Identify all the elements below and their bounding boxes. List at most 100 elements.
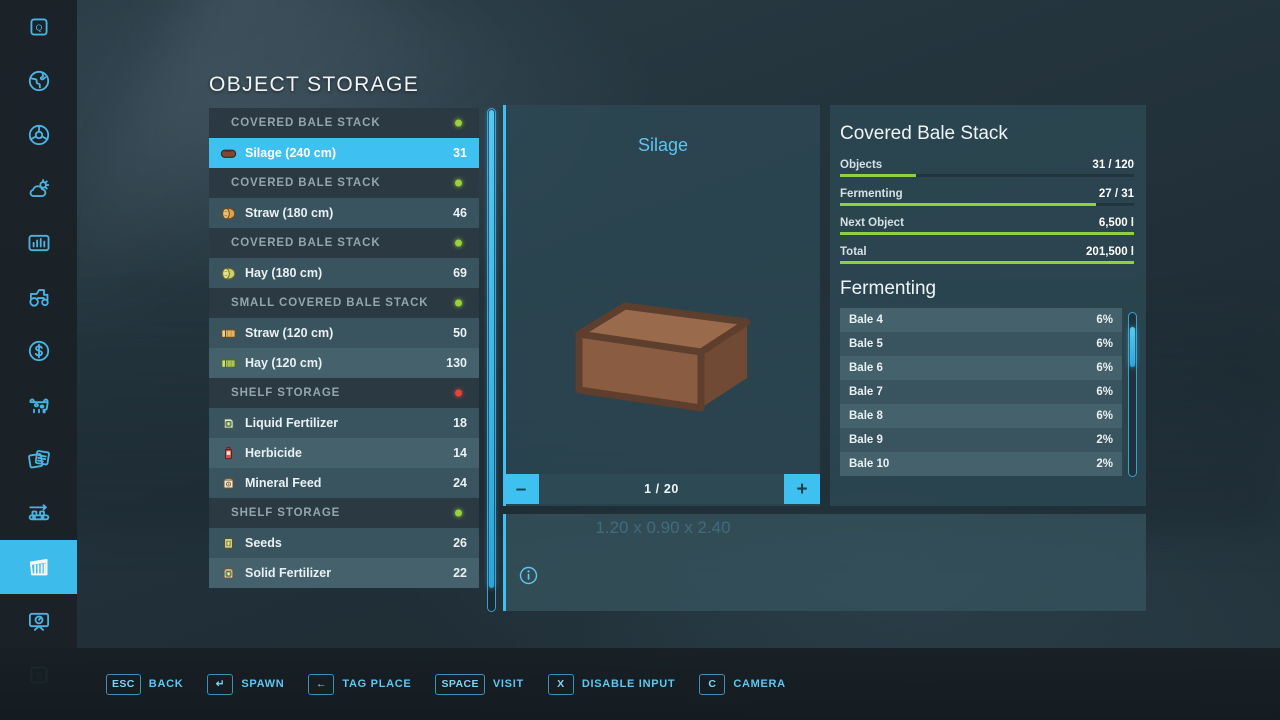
sidebar-item-quick-menu[interactable]: Q xyxy=(0,0,77,54)
storage-item-label: Straw (180 cm) xyxy=(245,206,334,220)
sidebar-item-map[interactable] xyxy=(0,54,77,108)
storage-list-item[interactable]: Straw (180 cm) 46 xyxy=(209,198,479,228)
help-label: DISABLE INPUT xyxy=(581,678,676,690)
sidebar-item-contracts[interactable] xyxy=(0,432,77,486)
storage-list-item[interactable]: Hay (120 cm) 130 xyxy=(209,348,479,378)
info-icon[interactable] xyxy=(519,566,538,590)
detail-stats: Objects 31 / 120 Fermenting 27 / 31 Next… xyxy=(838,159,1136,264)
list-scrollbar[interactable] xyxy=(487,108,496,612)
fermenting-label: Bale 9 xyxy=(849,434,883,446)
storage-item-label: Hay (120 cm) xyxy=(245,356,323,370)
help-key: ← xyxy=(308,673,335,695)
fermenting-label: Bale 10 xyxy=(849,458,890,470)
fermenting-row[interactable]: Bale 8 6% xyxy=(840,404,1122,428)
fermenting-row[interactable]: Bale 10 2% xyxy=(840,452,1122,476)
fermenting-scrollbar[interactable] xyxy=(1128,312,1137,477)
help-item[interactable]: C CAMERA xyxy=(699,673,786,695)
help-item[interactable]: X DISABLE INPUT xyxy=(547,673,676,695)
help-key: C xyxy=(699,673,726,695)
help-label: CAMERA xyxy=(733,678,786,690)
detail-stat-label: Total xyxy=(840,246,867,258)
storage-group-label: COVERED BALE STACK xyxy=(231,237,381,249)
fermenting-list[interactable]: Bale 4 6% Bale 5 6% Bale 6 6% Bale 7 6% Bale… xyxy=(840,308,1122,476)
fermenting-label: Bale 4 xyxy=(849,314,883,326)
storage-list-item[interactable]: Silage (240 cm) 31 xyxy=(209,138,479,168)
storage-list-item[interactable]: Solid Fertilizer 22 xyxy=(209,558,479,588)
liquid-fertilizer-icon xyxy=(220,416,237,431)
fermenting-row[interactable]: Bale 6 6% xyxy=(840,356,1122,380)
fermenting-value: 2% xyxy=(1096,434,1113,446)
sidebar-item-animals[interactable] xyxy=(0,378,77,432)
detail-stat-label: Fermenting xyxy=(840,188,903,200)
fermenting-row[interactable]: Bale 9 2% xyxy=(840,428,1122,452)
sidebar-item-finances[interactable] xyxy=(0,324,77,378)
sidebar-item-vehicles[interactable] xyxy=(0,270,77,324)
object-storage-list[interactable]: COVERED BALE STACK Silage (240 cm) 31 COV… xyxy=(209,108,479,611)
storage-group-label: SHELF STORAGE xyxy=(231,387,341,399)
storage-group-header: COVERED BALE STACK xyxy=(209,168,479,198)
storage-status-dot xyxy=(455,119,462,127)
sidebar-item-object-storage[interactable] xyxy=(0,540,77,594)
info-panel xyxy=(503,514,1146,611)
fermenting-row[interactable]: Bale 5 6% xyxy=(840,332,1122,356)
pager-value: 1 / 20 xyxy=(539,474,784,504)
storage-item-count: 18 xyxy=(453,416,467,430)
storage-item-label: Mineral Feed xyxy=(245,476,322,490)
preview-object-name: Silage xyxy=(637,135,689,155)
detail-stat-value: 201,500 l xyxy=(1086,246,1134,258)
object-storage-icon xyxy=(26,554,52,580)
sidebar-item-weather[interactable] xyxy=(0,162,77,216)
storage-item-label: Hay (180 cm) xyxy=(245,266,323,280)
pager-decrement-button[interactable]: – xyxy=(503,474,539,504)
fermenting-row[interactable]: Bale 7 6% xyxy=(840,380,1122,404)
globe-icon xyxy=(26,68,52,94)
sidebar-rail: QE xyxy=(0,0,77,684)
help-item[interactable]: ← TAG PLACE xyxy=(308,673,411,695)
preview-3d-stage[interactable] xyxy=(506,295,820,425)
storage-list-item[interactable]: Liquid Fertilizer 18 xyxy=(209,408,479,438)
production-icon xyxy=(26,500,52,526)
fermenting-scrollbar-thumb[interactable] xyxy=(1130,327,1135,367)
storage-item-count: 22 xyxy=(453,566,467,580)
sidebar-item-vehicle-control[interactable] xyxy=(0,108,77,162)
pager-increment-button[interactable]: + xyxy=(784,474,820,504)
storage-status-dot xyxy=(455,179,462,187)
detail-stat-row: Objects 31 / 120 xyxy=(840,159,1134,177)
sidebar-item-construction[interactable] xyxy=(0,594,77,648)
silage-bale-icon xyxy=(220,146,237,161)
straw-square-bale-icon xyxy=(220,326,237,341)
fermenting-label: Bale 5 xyxy=(849,338,883,350)
help-key: ESC xyxy=(106,673,141,695)
tractor-icon xyxy=(26,284,52,310)
solid-fertilizer-icon xyxy=(220,566,237,581)
sidebar-item-production[interactable] xyxy=(0,486,77,540)
storage-list-item[interactable]: Seeds 26 xyxy=(209,528,479,558)
sidebar-item-statistics[interactable] xyxy=(0,216,77,270)
storage-list-item[interactable]: Herbicide 14 xyxy=(209,438,479,468)
fermenting-value: 2% xyxy=(1096,458,1113,470)
storage-list-item[interactable]: Hay (180 cm) 69 xyxy=(209,258,479,288)
detail-stat-value: 31 / 120 xyxy=(1092,159,1134,171)
detail-stat-bar xyxy=(840,174,1134,177)
help-label: BACK xyxy=(148,678,184,690)
storage-item-count: 46 xyxy=(453,206,467,220)
dollar-icon xyxy=(26,338,52,364)
detail-stat-bar xyxy=(840,203,1134,206)
help-item[interactable]: ↵ SPAWN xyxy=(207,673,284,695)
storage-list-item[interactable]: Straw (120 cm) 50 xyxy=(209,318,479,348)
help-label: VISIT xyxy=(492,678,524,690)
help-item[interactable]: SPACE VISIT xyxy=(435,673,524,695)
silage-bale-model-icon xyxy=(575,302,751,411)
list-scrollbar-thumb[interactable] xyxy=(489,110,494,588)
storage-item-label: Silage (240 cm) xyxy=(245,146,337,160)
storage-group-label: SHELF STORAGE xyxy=(231,507,341,519)
storage-group-header: SHELF STORAGE xyxy=(209,498,479,528)
fermenting-row[interactable]: Bale 4 6% xyxy=(840,308,1122,332)
storage-group-header: SMALL COVERED BALE STACK xyxy=(209,288,479,318)
storage-item-count: 69 xyxy=(453,266,467,280)
storage-item-count: 50 xyxy=(453,326,467,340)
detail-title: Covered Bale Stack xyxy=(840,123,1008,144)
storage-list-item[interactable]: Mineral Feed 24 xyxy=(209,468,479,498)
straw-round-bale-icon xyxy=(220,206,237,221)
help-item[interactable]: ESC BACK xyxy=(106,673,184,695)
